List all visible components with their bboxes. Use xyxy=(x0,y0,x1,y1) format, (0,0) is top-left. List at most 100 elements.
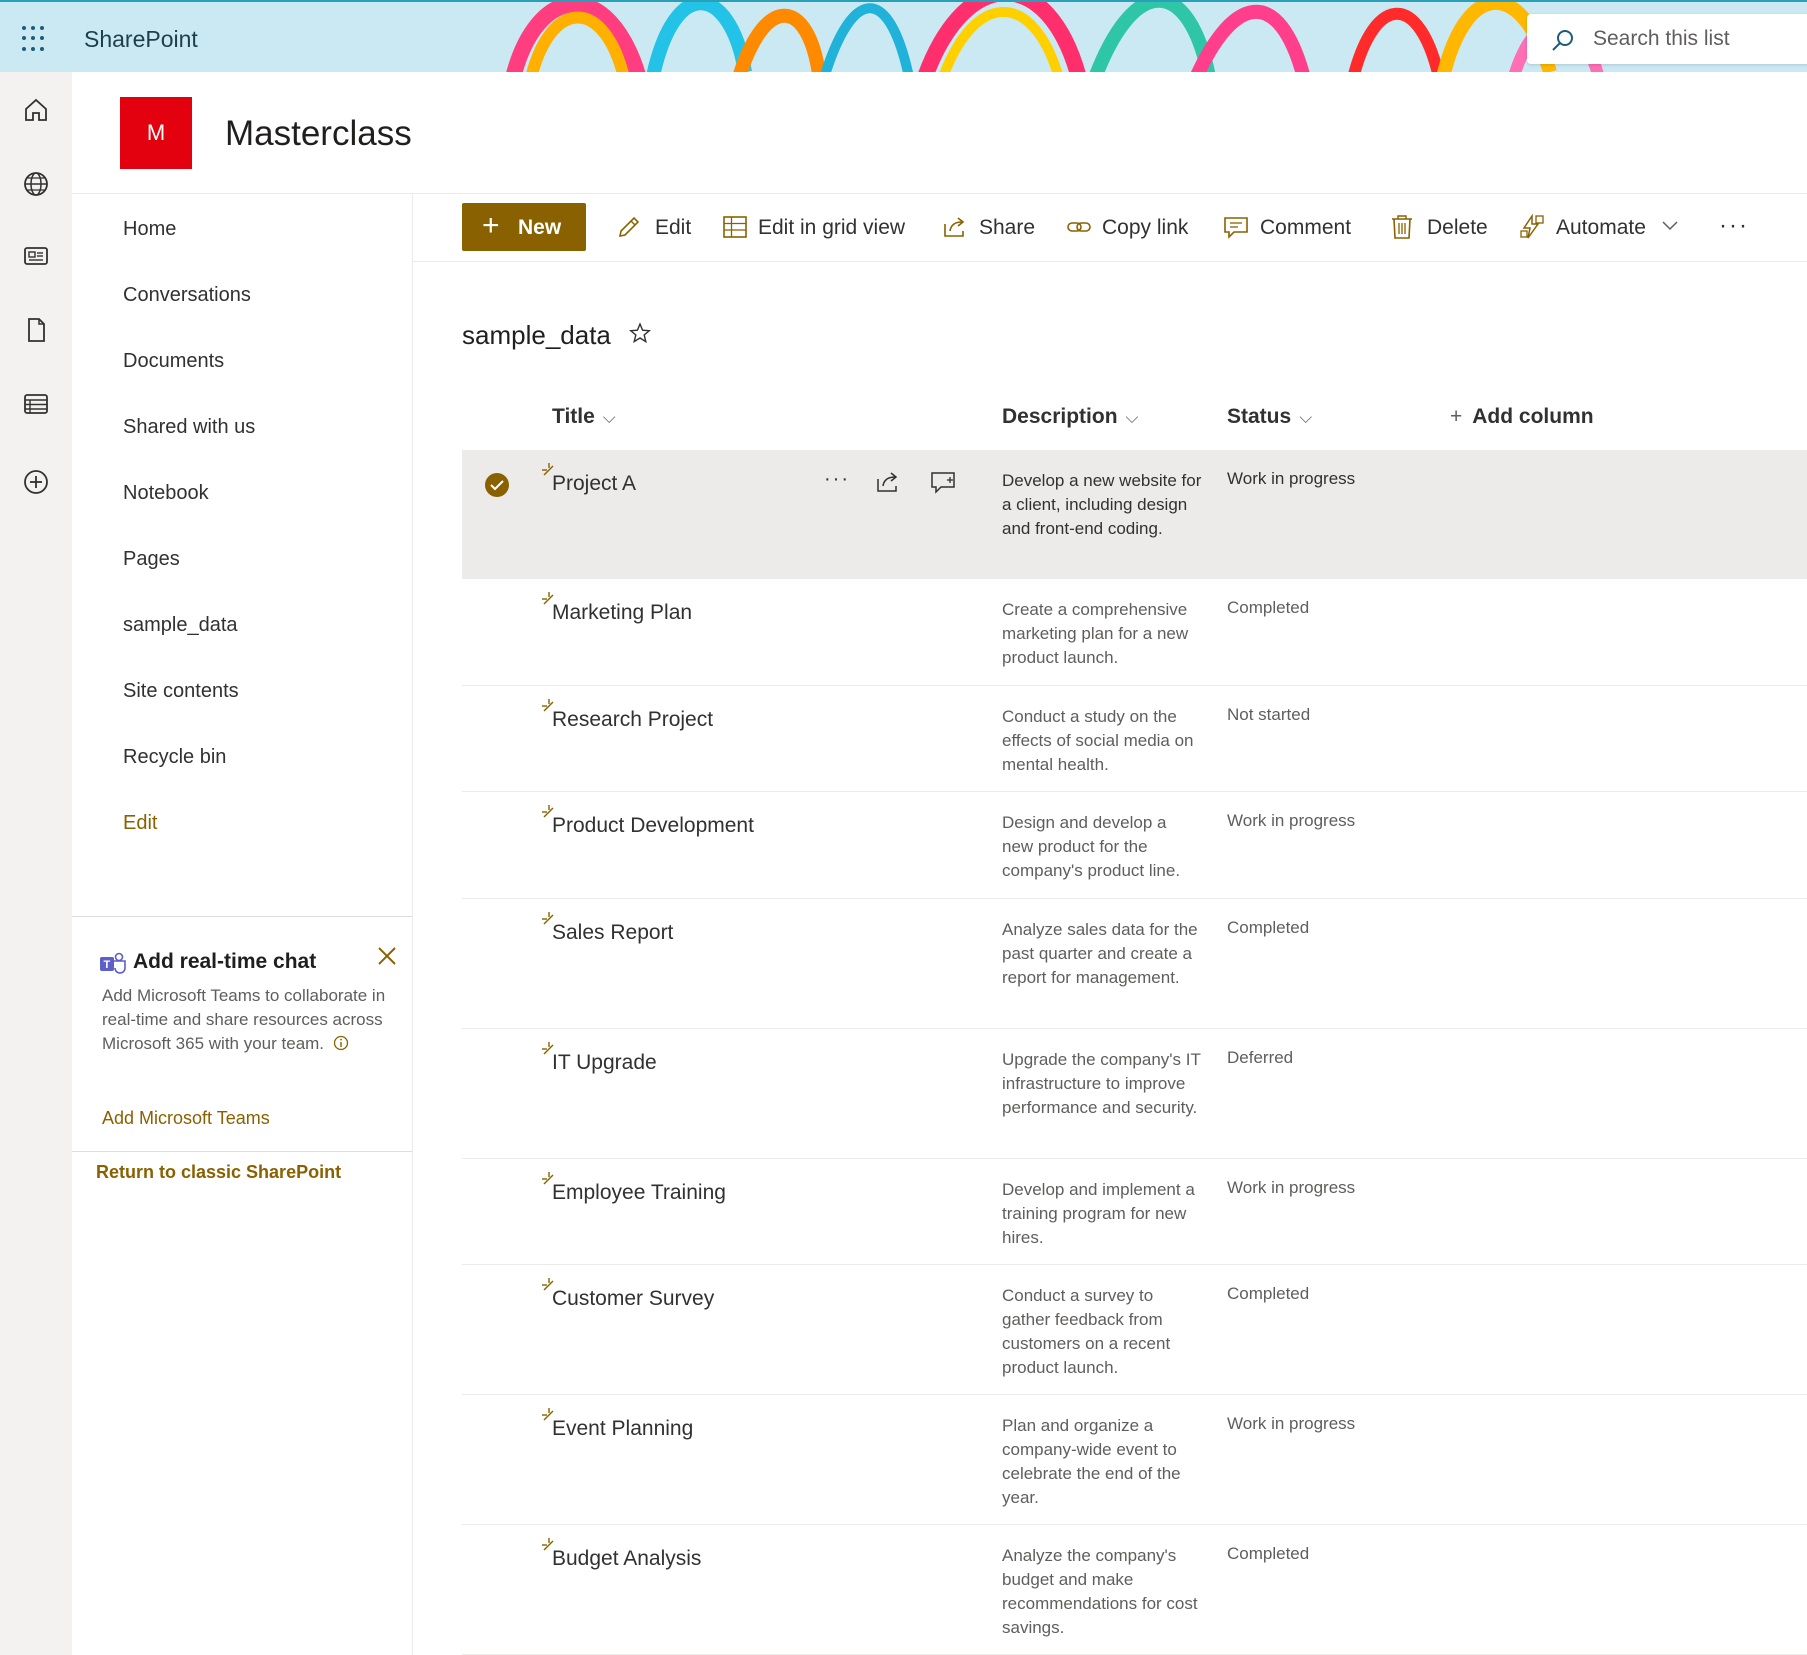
column-header-description[interactable]: Description ⌵ xyxy=(1002,405,1138,429)
info-icon[interactable] xyxy=(333,1035,349,1051)
row-status: Completed xyxy=(1227,918,1310,937)
comment-icon xyxy=(1224,217,1248,239)
edit-grid-view-button[interactable]: Edit in grid view xyxy=(722,214,912,244)
row-title[interactable]: Budget Analysis xyxy=(552,1547,701,1571)
star-icon[interactable] xyxy=(629,322,651,344)
news-icon[interactable] xyxy=(22,242,50,270)
table-row[interactable]: Customer Survey Conduct a survey to gath… xyxy=(462,1265,1807,1395)
copy-link-label: Copy link xyxy=(1102,216,1189,239)
row-status: Completed xyxy=(1227,1544,1310,1563)
app-bar xyxy=(0,72,72,1655)
table-row[interactable]: Marketing Plan Create a comprehensive ma… xyxy=(462,579,1807,686)
document-icon[interactable] xyxy=(22,316,50,344)
svg-text:T: T xyxy=(104,959,111,971)
row-title[interactable]: Event Planning xyxy=(552,1417,693,1441)
site-logo[interactable]: M xyxy=(120,97,192,169)
row-status: Work in progress xyxy=(1227,469,1356,488)
nav-item-pages[interactable]: Pages xyxy=(123,548,180,571)
nav-item-sample-data[interactable]: sample_data xyxy=(123,614,238,637)
more-commands-button[interactable]: ··· xyxy=(1719,212,1749,240)
table-row[interactable]: Project A ··· Develop a new website for … xyxy=(462,450,1807,579)
column-title-label: Title xyxy=(552,405,595,428)
share-button[interactable]: Share xyxy=(942,214,1038,244)
automate-label: Automate xyxy=(1556,216,1646,239)
table-row[interactable]: Product Development Design and develop a… xyxy=(462,792,1807,899)
create-icon[interactable] xyxy=(22,468,50,496)
row-title[interactable]: Product Development xyxy=(552,814,754,838)
table-row[interactable]: Event Planning Plan and organize a compa… xyxy=(462,1395,1807,1525)
table-row[interactable]: Research Project Conduct a study on the … xyxy=(462,686,1807,792)
row-title[interactable]: Sales Report xyxy=(552,921,673,945)
row-description: Develop and implement a training program… xyxy=(1002,1180,1195,1247)
chevron-down-icon: ⌵ xyxy=(602,408,616,427)
row-status: Completed xyxy=(1227,1284,1310,1303)
add-comment-icon[interactable] xyxy=(930,470,956,494)
selected-check-icon[interactable] xyxy=(484,472,510,498)
share-label: Share xyxy=(979,216,1036,239)
globe-icon[interactable] xyxy=(22,170,50,198)
row-title[interactable]: IT Upgrade xyxy=(552,1051,657,1075)
row-title[interactable]: Employee Training xyxy=(552,1181,726,1205)
list-title: sample_data xyxy=(462,320,611,350)
edit-button[interactable]: Edit xyxy=(616,214,696,244)
chevron-down-icon: ⌵ xyxy=(1125,408,1139,427)
row-title[interactable]: Research Project xyxy=(552,708,713,732)
new-button-label: New xyxy=(518,216,562,239)
teams-chat-card: T Add real-time chat Add Microsoft Teams… xyxy=(72,916,413,1146)
copy-link-button[interactable]: Copy link xyxy=(1066,214,1196,244)
automate-button[interactable]: Automate xyxy=(1519,214,1679,244)
nav-item-shared-with-us[interactable]: Shared with us xyxy=(123,416,255,439)
row-status: Deferred xyxy=(1227,1048,1294,1067)
row-more-button[interactable]: ··· xyxy=(824,468,850,491)
column-status-label: Status xyxy=(1227,405,1292,428)
row-title[interactable]: Marketing Plan xyxy=(552,601,692,625)
app-name[interactable]: SharePoint xyxy=(84,26,198,53)
row-description: Conduct a survey to gather feedback from… xyxy=(1002,1286,1171,1377)
row-description: Conduct a study on the effects of social… xyxy=(1002,707,1194,774)
nav-item-notebook[interactable]: Notebook xyxy=(123,482,209,505)
edit-grid-view-label: Edit in grid view xyxy=(758,216,906,239)
nav-item-site-contents[interactable]: Site contents xyxy=(123,680,239,703)
table-row[interactable]: Sales Report Analyze sales data for the … xyxy=(462,899,1807,1029)
add-teams-link[interactable]: Add Microsoft Teams xyxy=(102,1108,270,1129)
list-icon[interactable] xyxy=(22,390,50,418)
table-row[interactable]: Budget Analysis Analyze the company's bu… xyxy=(462,1525,1807,1655)
delete-button[interactable]: Delete xyxy=(1389,214,1489,244)
row-title[interactable]: Customer Survey xyxy=(552,1287,714,1311)
row-status: Not started xyxy=(1227,705,1311,724)
site-title[interactable]: Masterclass xyxy=(225,114,412,154)
nav-item-home[interactable]: Home xyxy=(123,218,176,241)
nav-item-documents[interactable]: Documents xyxy=(123,350,224,373)
chat-card-body: Add Microsoft Teams to collaborate in re… xyxy=(102,984,387,1056)
add-column-label: Add column xyxy=(1472,405,1594,428)
new-button[interactable]: + New xyxy=(462,203,586,251)
row-status: Work in progress xyxy=(1227,811,1356,830)
share-icon[interactable] xyxy=(876,470,900,494)
row-description: Upgrade the company's IT infrastructure … xyxy=(1002,1050,1201,1117)
column-header-title[interactable]: Title ⌵ xyxy=(552,405,616,429)
close-icon[interactable] xyxy=(377,946,397,966)
table-row[interactable]: Employee Training Develop and implement … xyxy=(462,1159,1807,1265)
share-icon xyxy=(944,217,965,237)
app-launcher-icon[interactable] xyxy=(22,26,48,52)
row-description: Develop a new website for a client, incl… xyxy=(1002,471,1202,538)
nav-item-recycle-bin[interactable]: Recycle bin xyxy=(123,746,226,769)
return-to-classic-link[interactable]: Return to classic SharePoint xyxy=(96,1162,341,1183)
delete-label: Delete xyxy=(1427,216,1488,239)
nav-item-conversations[interactable]: Conversations xyxy=(123,284,251,307)
search-input[interactable]: Search this list xyxy=(1527,14,1807,64)
plus-icon: + xyxy=(1450,405,1463,428)
home-icon[interactable] xyxy=(22,96,50,124)
teams-icon: T xyxy=(100,952,126,974)
add-column-button[interactable]: + Add column xyxy=(1450,405,1594,429)
link-icon xyxy=(1067,222,1091,232)
comment-button[interactable]: Comment xyxy=(1223,214,1353,244)
row-description: Design and develop a new product for the… xyxy=(1002,813,1181,880)
row-description: Plan and organize a company-wide event t… xyxy=(1002,1416,1181,1507)
row-title[interactable]: Project A xyxy=(552,472,636,496)
row-status: Work in progress xyxy=(1227,1178,1356,1197)
column-header-status[interactable]: Status ⌵ xyxy=(1227,405,1312,429)
table-row[interactable]: IT Upgrade Upgrade the company's IT infr… xyxy=(462,1029,1807,1159)
nav-edit-link[interactable]: Edit xyxy=(123,812,157,835)
search-icon xyxy=(1552,30,1573,51)
